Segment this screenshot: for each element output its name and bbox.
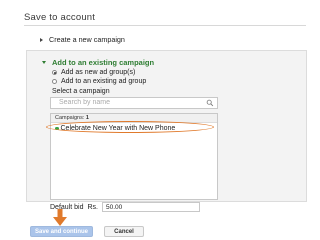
default-bid-input[interactable] [101,202,200,212]
radio-selected-icon[interactable] [52,70,57,75]
triangle-down-icon [42,61,46,64]
campaign-list-header-label: Campaigns: [55,115,85,121]
dialog-title: Save to account [24,12,96,23]
campaign-count: 1 [85,115,89,121]
existing-campaign-heading: Add to an existing campaign [52,58,155,67]
radio-add-existing-ad-group-label: Add to an existing ad group [61,78,147,85]
title-divider [24,25,306,26]
search-icon[interactable] [206,99,214,107]
save-and-continue-button[interactable]: Save and continue [30,226,93,237]
campaign-search[interactable] [50,97,218,109]
create-campaign-toggle[interactable]: Create a new campaign [40,35,125,44]
radio-add-existing-ad-group[interactable]: Add to an existing ad group [52,78,146,85]
radio-unselected-icon[interactable] [52,79,57,84]
triangle-right-icon [40,37,43,42]
radio-add-new-ad-group-label: Add as new ad group(s) [61,69,136,76]
highlight-ellipse [46,121,214,133]
default-bid-row: Default bid Rs. [50,202,200,212]
existing-campaign-toggle[interactable]: Add to an existing campaign [42,58,154,67]
down-arrow-icon [53,209,67,226]
select-campaign-label: Select a campaign [52,88,110,95]
cancel-button[interactable]: Cancel [104,226,144,237]
campaign-search-input[interactable] [59,99,199,106]
radio-add-new-ad-group[interactable]: Add as new ad group(s) [52,69,135,76]
create-campaign-label: Create a new campaign [49,35,125,44]
bid-currency: Rs. [87,203,98,211]
